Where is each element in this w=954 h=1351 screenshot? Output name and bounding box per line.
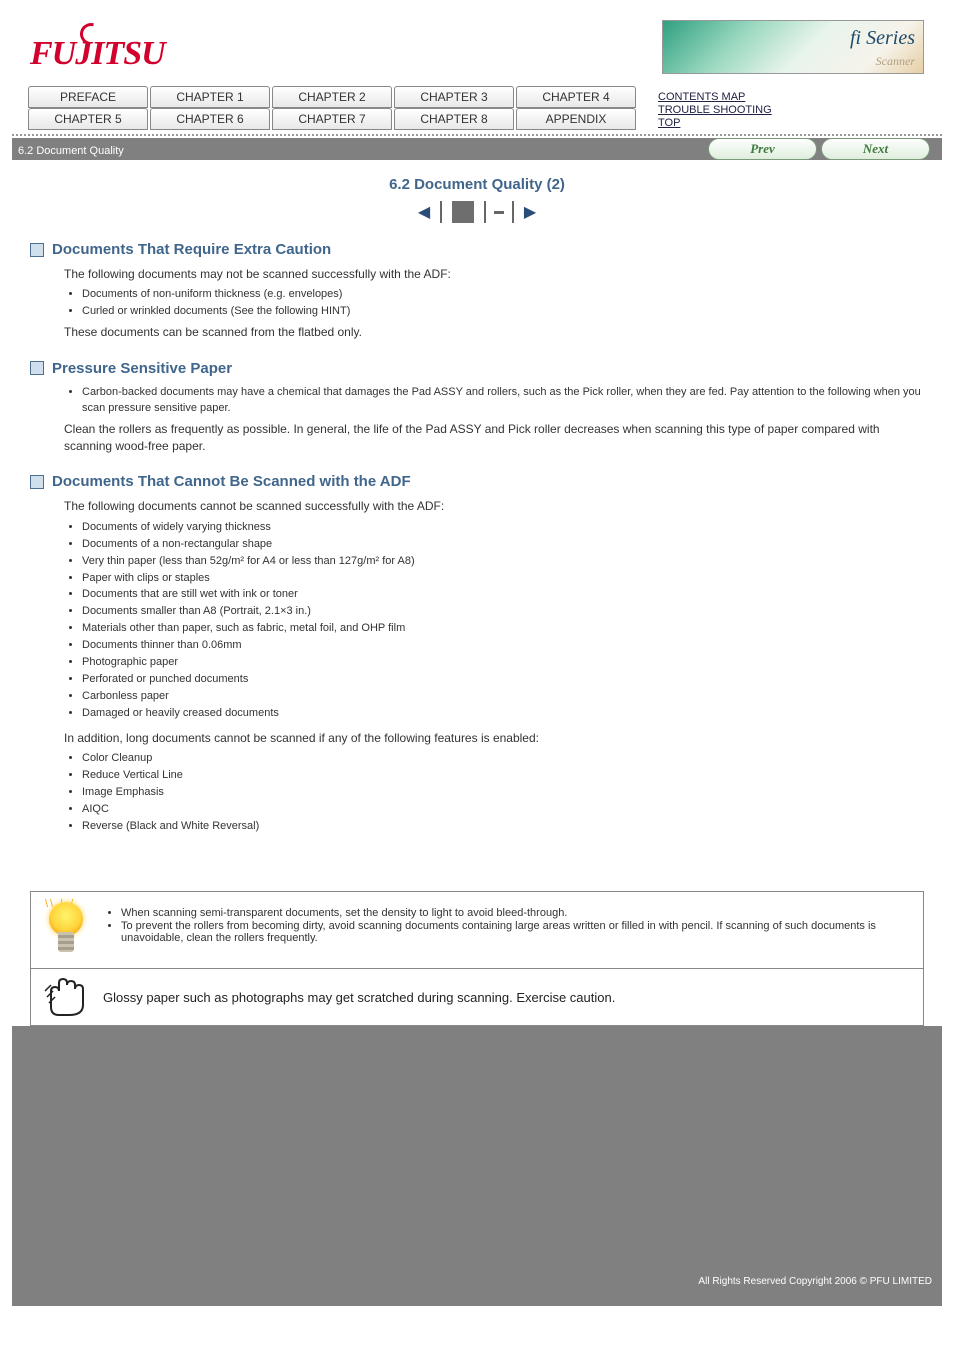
bullet-square-icon [30, 361, 44, 375]
link-troubleshooting[interactable]: TROUBLE SHOOTING [658, 104, 772, 116]
list-item: Carbonless paper [82, 689, 924, 705]
pager-prev-icon[interactable]: ◀ [416, 204, 432, 220]
section-3-intro: The following documents cannot be scanne… [64, 498, 924, 515]
list-item: To prevent the rollers from becoming dir… [121, 920, 911, 944]
section-3-list: Documents of widely varying thickness Do… [82, 520, 924, 722]
divider-dots [12, 134, 942, 136]
pager-next-icon[interactable]: ▶ [522, 204, 538, 220]
copyright: All Rights Reserved Copyright 2006 © PFU… [12, 1026, 942, 1287]
link-contents-map[interactable]: CONTENTS MAP [658, 91, 772, 103]
section-1-list: Documents of non-uniform thickness (e.g.… [82, 287, 924, 320]
section-1-title: Documents That Require Extra Caution [52, 241, 331, 258]
section-2-body: Carbon-backed documents may have a chemi… [64, 385, 924, 456]
section-3-title: Documents That Cannot Be Scanned with th… [52, 473, 411, 490]
aux-links: CONTENTS MAP TROUBLE SHOOTING TOP [658, 90, 772, 130]
section-1-heading: Documents That Require Extra Caution [30, 241, 924, 258]
list-item: Photographic paper [82, 655, 924, 671]
attention-text: Glossy paper such as photographs may get… [103, 990, 615, 1005]
section-2-outro: Clean the rollers as frequently as possi… [64, 421, 924, 456]
chapter-tabs: PREFACE CHAPTER 1 CHAPTER 2 CHAPTER 3 CH… [28, 86, 926, 130]
list-item: Documents of widely varying thickness [82, 520, 924, 536]
prev-button[interactable]: Prev [708, 138, 817, 160]
lightbulb-icon: \\ | / [43, 902, 89, 958]
list-item: Documents of a non-rectangular shape [82, 537, 924, 553]
section-1-body: The following documents may not be scann… [64, 266, 924, 342]
tab-chapter-2[interactable]: CHAPTER 2 [272, 86, 392, 108]
list-item: Carbon-backed documents may have a chemi… [82, 385, 924, 417]
brand-logo: FUJITSU [30, 23, 165, 71]
pager-mark-2 [484, 201, 486, 223]
section-3-body: The following documents cannot be scanne… [64, 498, 924, 835]
hand-caution-icon [43, 977, 89, 1017]
list-item: Materials other than paper, such as fabr… [82, 621, 924, 637]
tab-chapter-5[interactable]: CHAPTER 5 [28, 108, 148, 130]
hint-list: When scanning semi-transparent documents… [121, 906, 911, 945]
content-area: 6.2 Document Quality (2) ◀ ▶ Documents T… [0, 160, 954, 869]
next-button[interactable]: Next [821, 138, 930, 160]
nav-buttons: Prev Next [708, 138, 930, 160]
tab-chapter-4[interactable]: CHAPTER 4 [516, 86, 636, 108]
page-title: 6.2 Document Quality (2) [30, 176, 924, 193]
tab-chapter-8[interactable]: CHAPTER 8 [394, 108, 514, 130]
footer-block: All Rights Reserved Copyright 2006 © PFU… [12, 1026, 942, 1306]
page-thumbnails: ◀ ▶ [30, 201, 924, 223]
section-3-heading: Documents That Cannot Be Scanned with th… [30, 473, 924, 490]
list-item: Curled or wrinkled documents (See the fo… [82, 304, 924, 320]
bullet-square-icon [30, 475, 44, 489]
tab-chapter-6[interactable]: CHAPTER 6 [150, 108, 270, 130]
breadcrumb: 6.2 Document Quality [18, 145, 124, 157]
section-bar: 6.2 Document Quality Prev Next [12, 138, 942, 160]
list-item: Paper with clips or staples [82, 571, 924, 587]
list-item: When scanning semi-transparent documents… [121, 907, 911, 919]
list-item: Very thin paper (less than 52g/m² for A4… [82, 554, 924, 570]
bullet-square-icon [30, 243, 44, 257]
section-2-list: Carbon-backed documents may have a chemi… [82, 385, 924, 417]
section-1-outro: These documents can be scanned from the … [64, 324, 924, 341]
list-item: AIQC [82, 802, 924, 818]
pager-mark-1 [440, 201, 442, 223]
list-item: Damaged or heavily creased documents [82, 706, 924, 722]
section-3-list-2: Color Cleanup Reduce Vertical Line Image… [82, 751, 924, 835]
tab-chapter-7[interactable]: CHAPTER 7 [272, 108, 392, 130]
section-2-title: Pressure Sensitive Paper [52, 360, 232, 377]
list-item: Documents smaller than A8 (Portrait, 2.1… [82, 604, 924, 620]
header: FUJITSU fi Series Scanner [0, 0, 954, 80]
tab-chapter-3[interactable]: CHAPTER 3 [394, 86, 514, 108]
tab-chapter-1[interactable]: CHAPTER 1 [150, 86, 270, 108]
pager-dash [494, 211, 504, 214]
tab-row-2: CHAPTER 5 CHAPTER 6 CHAPTER 7 CHAPTER 8 … [28, 108, 638, 130]
list-item: Perforated or punched documents [82, 672, 924, 688]
tab-row-1: PREFACE CHAPTER 1 CHAPTER 2 CHAPTER 3 CH… [28, 86, 638, 108]
list-item: Documents that are still wet with ink or… [82, 587, 924, 603]
list-item: Image Emphasis [82, 785, 924, 801]
banner-subtitle: Scanner [876, 54, 915, 69]
pager-mark-3 [512, 201, 514, 223]
hint-box: \\ | / When scanning semi-transparent do… [30, 891, 924, 969]
banner-title: fi Series [850, 27, 915, 50]
series-banner: fi Series Scanner [662, 20, 924, 74]
list-item: Reduce Vertical Line [82, 768, 924, 784]
attention-box: Glossy paper such as photographs may get… [30, 969, 924, 1026]
pager-thumb-current [452, 201, 474, 223]
list-item: Reverse (Black and White Reversal) [82, 819, 924, 835]
list-item: Color Cleanup [82, 751, 924, 767]
list-item: Documents of non-uniform thickness (e.g.… [82, 287, 924, 303]
list-item: Documents thinner than 0.06mm [82, 638, 924, 654]
section-2-heading: Pressure Sensitive Paper [30, 360, 924, 377]
section-3-mid: In addition, long documents cannot be sc… [64, 730, 924, 747]
tab-preface[interactable]: PREFACE [28, 86, 148, 108]
section-1-intro: The following documents may not be scann… [64, 266, 924, 283]
tab-appendix[interactable]: APPENDIX [516, 108, 636, 130]
link-top[interactable]: TOP [658, 117, 772, 129]
